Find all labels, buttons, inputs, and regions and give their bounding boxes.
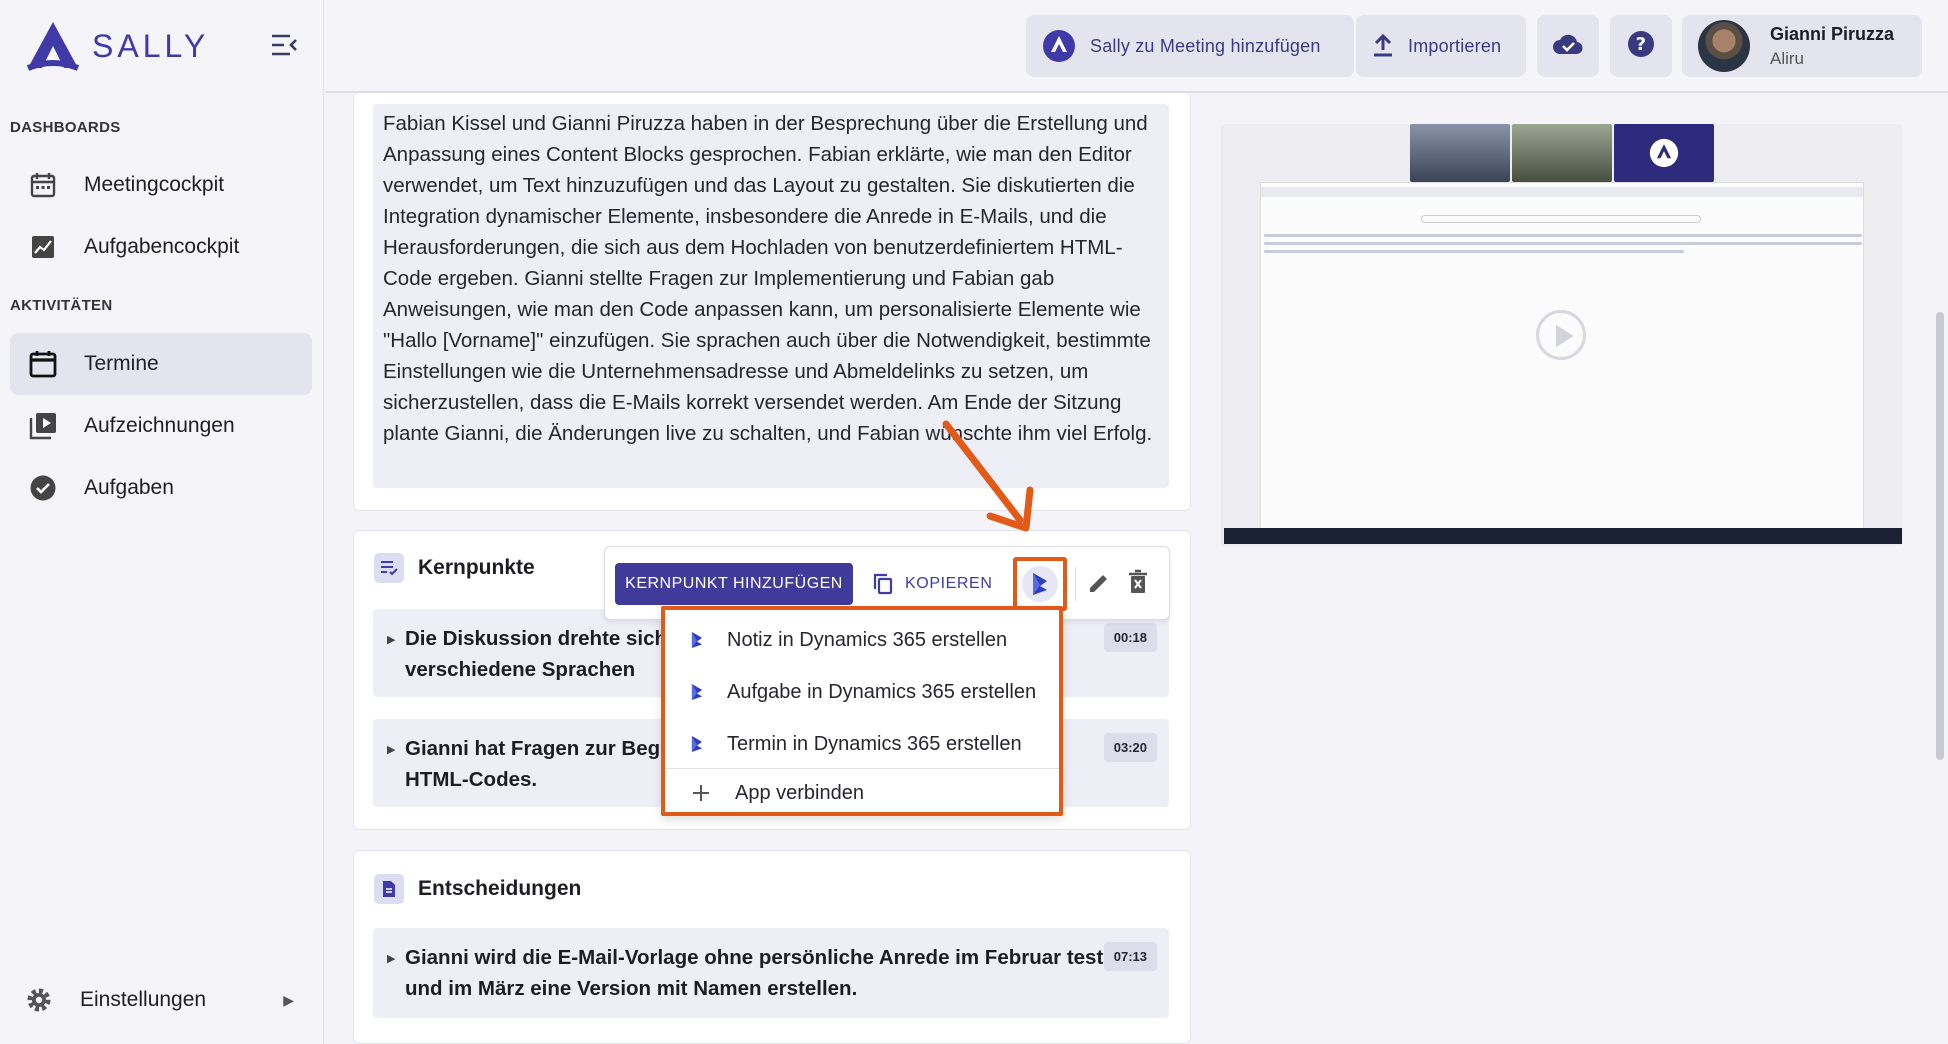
entscheidungen-header: Entscheidungen — [374, 874, 581, 904]
dynamics-365-button[interactable] — [1013, 557, 1067, 611]
sidebar-item-aufzeichnungen[interactable]: Aufzeichnungen — [10, 395, 312, 457]
menu-item-connect-app[interactable]: App verbinden — [665, 770, 1059, 816]
annotation-arrow — [942, 420, 1034, 532]
entscheidungen-title: Entscheidungen — [418, 877, 582, 900]
sally-logo[interactable]: SALLY — [24, 18, 209, 74]
kernpunkte-title: Kernpunkte — [418, 556, 535, 579]
section-label-dashboards: DASHBOARDS — [10, 119, 121, 136]
user-org: Aliru — [1770, 48, 1805, 68]
kernpunkt-text: Gianni hat Fragen zur Begrü HTML-Codes. — [405, 737, 681, 791]
help-button[interactable]: ? — [1610, 15, 1672, 77]
svg-text:?: ? — [1636, 34, 1647, 55]
sally-thumbnail — [1614, 124, 1714, 182]
chevron-right-icon: ▶ — [283, 991, 294, 1008]
sidebar-item-label: Termine — [84, 352, 159, 375]
app-name: SALLY — [92, 27, 210, 64]
sidebar-item-label: Aufzeichnungen — [84, 414, 235, 437]
scrollbar[interactable] — [1936, 312, 1944, 760]
sidebar-item-label: Aufgaben — [84, 476, 174, 499]
list-check-icon — [374, 553, 404, 583]
summary-text: Fabian Kissel und Gianni Piruzza haben i… — [373, 104, 1169, 488]
sally-badge-icon — [1042, 29, 1076, 63]
calendar-icon — [28, 349, 58, 379]
video-library-icon — [28, 411, 58, 441]
cloud-done-icon — [1552, 32, 1584, 61]
sidebar-item-aufgaben[interactable]: Aufgaben — [10, 457, 312, 519]
dynamics-dropdown-menu: Notiz in Dynamics 365 erstellen Aufgabe … — [661, 606, 1063, 816]
avatar — [1698, 20, 1750, 72]
plus-icon — [689, 784, 713, 802]
sidebar-item-label: Meetingcockpit — [84, 173, 225, 196]
timestamp-badge[interactable]: 03:20 — [1103, 733, 1157, 762]
sally-badge-icon — [1649, 138, 1679, 168]
edit-icon[interactable] — [1087, 571, 1111, 600]
sidebar-item-label: Aufgabencockpit — [84, 235, 240, 258]
menu-item-create-note[interactable]: Notiz in Dynamics 365 erstellen — [665, 616, 1059, 664]
menu-item-create-task[interactable]: Aufgabe in Dynamics 365 erstellen — [665, 668, 1059, 716]
dynamics-365-icon — [685, 631, 709, 649]
expand-icon[interactable]: ▶ — [387, 952, 395, 965]
menu-item-create-appointment[interactable]: Termin in Dynamics 365 erstellen — [665, 720, 1059, 768]
copy-icon — [873, 573, 893, 595]
timestamp-badge[interactable]: 00:18 — [1103, 623, 1157, 652]
toolbar-divider — [1075, 567, 1076, 601]
document-icon — [374, 874, 404, 904]
sidebar-item-settings[interactable]: Einstellungen ▶ — [10, 972, 312, 1028]
menu-divider — [665, 768, 1059, 769]
expand-icon[interactable]: ▶ — [387, 633, 395, 646]
menu-item-label: Notiz in Dynamics 365 erstellen — [727, 628, 1008, 651]
add-to-meeting-label: Sally zu Meeting hinzufügen — [1090, 35, 1321, 56]
sidebar: SALLY DASHBOARDS Meetingcockpit Aufgaben… — [0, 0, 324, 1044]
list-item[interactable]: ▶ Gianni wird die E-Mail-Vorlage ohne pe… — [373, 928, 1169, 1018]
entscheidung-text: Gianni wird die E-Mail-Vorlage ohne pers… — [405, 946, 1128, 1000]
code-line — [1264, 234, 1862, 237]
user-menu[interactable]: Gianni Piruzza Aliru — [1682, 15, 1922, 77]
dynamics-365-icon — [685, 683, 709, 701]
copy-button[interactable]: KOPIEREN — [873, 563, 993, 605]
check-circle-icon — [28, 473, 58, 503]
add-kernpunkt-button[interactable]: KERNPUNKT HINZUFÜGEN — [615, 563, 853, 605]
menu-item-label: App verbinden — [735, 781, 864, 804]
sidebar-item-aufgabencockpit[interactable]: Aufgabencockpit — [10, 216, 312, 278]
chart-icon — [28, 232, 58, 262]
code-line — [1264, 242, 1862, 245]
cloud-sync-button[interactable] — [1537, 15, 1599, 77]
sidebar-item-termine[interactable]: Termine — [10, 333, 312, 395]
import-button[interactable]: Importieren — [1356, 15, 1526, 77]
sally-logo-icon — [26, 22, 80, 71]
help-icon: ? — [1627, 30, 1655, 63]
calendar-dashboard-icon — [28, 170, 58, 200]
settings-label: Einstellungen — [80, 988, 207, 1011]
user-name: Gianni Piruzza — [1770, 23, 1895, 44]
kernpunkte-header: Kernpunkte — [374, 553, 535, 583]
section-label-aktivitaeten: AKTIVITÄTEN — [10, 297, 113, 314]
upload-icon — [1372, 34, 1394, 58]
menu-item-label: Termin in Dynamics 365 erstellen — [727, 732, 1022, 755]
gear-icon — [24, 985, 54, 1015]
taskbar — [1224, 528, 1902, 544]
import-label: Importieren — [1408, 35, 1502, 56]
dynamics-365-icon — [1022, 566, 1058, 602]
collapse-sidebar-icon[interactable] — [270, 32, 302, 62]
participant-thumbnail — [1512, 124, 1612, 182]
add-sally-to-meeting-button[interactable]: Sally zu Meeting hinzufügen — [1026, 15, 1354, 77]
timestamp-badge[interactable]: 07:13 — [1103, 942, 1157, 971]
code-line — [1264, 250, 1684, 253]
dynamics-365-icon — [685, 735, 709, 753]
kernpunkt-text: Die Diskussion drehte sich u verschieden… — [405, 627, 686, 681]
play-icon[interactable] — [1536, 310, 1586, 360]
delete-icon[interactable] — [1127, 569, 1149, 600]
participant-thumbnail — [1410, 124, 1510, 182]
menu-item-label: Aufgabe in Dynamics 365 erstellen — [727, 680, 1037, 703]
expand-icon[interactable]: ▶ — [387, 743, 395, 756]
copy-label: KOPIEREN — [905, 575, 993, 592]
sidebar-item-meetingcockpit[interactable]: Meetingcockpit — [10, 154, 312, 216]
